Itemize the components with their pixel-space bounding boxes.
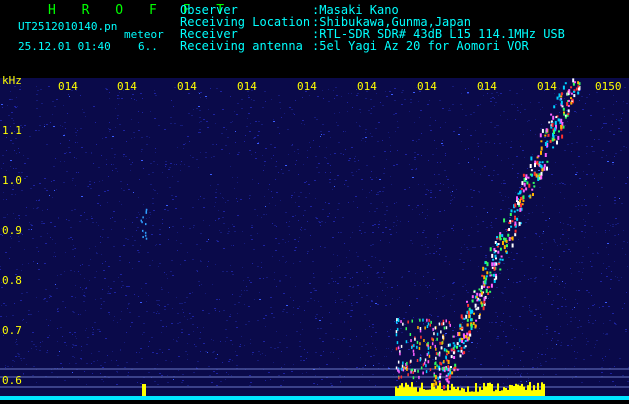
meteor-blip bbox=[145, 237, 148, 240]
meta-keys: Observer Receiving Location Receiver Rec… bbox=[180, 4, 310, 52]
y-tick-0-9: 0.9 bbox=[2, 224, 22, 237]
meta-values: :Masaki Kano :Shibukawa,Gunma,Japan :RTL… bbox=[312, 4, 565, 52]
meteor-blip bbox=[144, 234, 147, 237]
meta-value-antenna: :5el Yagi Az 20 for Aomori VOR bbox=[312, 39, 529, 53]
meteor-blip bbox=[140, 219, 142, 222]
x-tick: 014 bbox=[357, 80, 377, 93]
meteor-blip bbox=[145, 208, 148, 211]
y-tick-1-0: 1.0 bbox=[2, 174, 22, 187]
date-time: 25.12.01 01:40 bbox=[18, 40, 111, 53]
y-tick-0-7: 0.7 bbox=[2, 324, 22, 337]
header: H R O F F T UT2512010140.pn meteor 25.12… bbox=[0, 0, 629, 78]
x-tick: 014 bbox=[58, 80, 78, 93]
page-indicator: 6.. bbox=[138, 40, 158, 53]
meta-key-antenna: Receiving antenna bbox=[180, 39, 303, 53]
y-axis-unit: kHz bbox=[2, 74, 22, 87]
x-tick: 014 bbox=[177, 80, 197, 93]
meteor-blip bbox=[142, 216, 144, 219]
x-tick: 014 bbox=[417, 80, 437, 93]
baseline-trace bbox=[0, 396, 629, 400]
y-tick-0-6: 0.6 bbox=[2, 374, 22, 387]
spectrogram-background bbox=[0, 78, 629, 400]
spectrogram: kHz 1.1 1.0 0.9 0.8 0.7 0.6 014 014 014 … bbox=[0, 74, 629, 400]
spectrogram-canvas bbox=[0, 78, 629, 400]
x-tick: 014 bbox=[537, 80, 557, 93]
x-tick: 014 bbox=[117, 80, 137, 93]
meteor-blip bbox=[141, 229, 144, 232]
meteor-blip bbox=[144, 223, 147, 226]
file-name: UT2512010140.pn bbox=[18, 20, 118, 33]
x-tick: 014 bbox=[237, 80, 257, 93]
meteor-blip bbox=[145, 210, 148, 213]
x-tick: 014 bbox=[297, 80, 317, 93]
x-tick: 014 bbox=[477, 80, 497, 93]
y-tick-1-1: 1.1 bbox=[2, 124, 22, 137]
y-tick-0-8: 0.8 bbox=[2, 274, 22, 287]
x-tick: 0150 bbox=[595, 80, 622, 93]
meteor-blip bbox=[144, 231, 147, 234]
meteor-blip bbox=[142, 236, 144, 239]
